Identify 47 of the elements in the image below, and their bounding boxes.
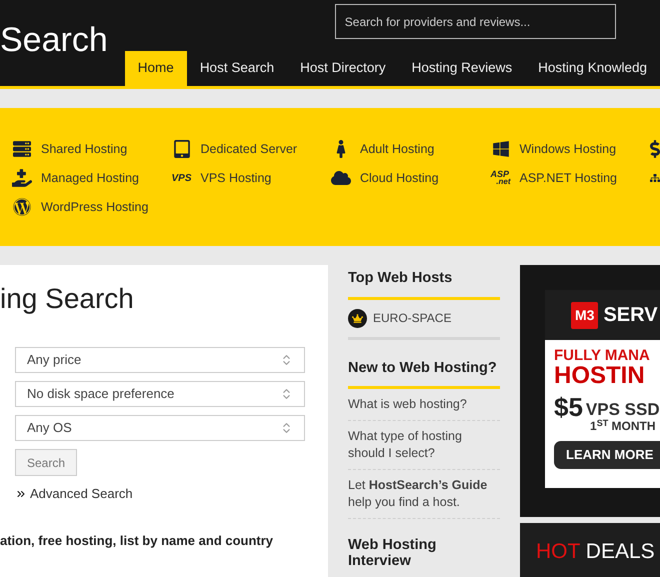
ad-price: $5: [554, 394, 583, 420]
hand-icon: [12, 169, 32, 187]
wordpress-icon: [12, 198, 32, 216]
guide-link[interactable]: What type of hosting should I select?: [348, 420, 500, 470]
crown-icon: [348, 308, 367, 328]
nav-tab[interactable]: Hosting Reviews: [398, 51, 526, 86]
brand-mark: M3: [571, 302, 598, 328]
category-link[interactable]: WordPress Hosting: [12, 197, 172, 217]
category-link[interactable]: Shared Hosting: [12, 139, 172, 159]
ad-headline: FULLY MANA: [554, 347, 651, 364]
advanced-search-link[interactable]: Advanced Search: [15, 484, 305, 504]
category-link[interactable]: Windows Hosting: [490, 139, 650, 159]
dollar-icon: [650, 140, 660, 158]
learn-more-button[interactable]: LEARN MORE: [554, 441, 660, 469]
site-logo[interactable]: Search: [0, 20, 125, 60]
nav-tab[interactable]: Hosting Knowledg: [525, 51, 660, 86]
select-field[interactable]: Any price: [15, 347, 305, 373]
nav-tab[interactable]: Home: [124, 51, 187, 86]
vps-icon: VPS: [172, 170, 192, 186]
ad-headline: HOSTIN: [554, 364, 646, 388]
cloud-icon: [331, 169, 351, 187]
select-field[interactable]: No disk space preference: [15, 381, 305, 407]
guide-link[interactable]: Let HostSearch’s Guide help you find a host.: [348, 470, 500, 518]
guide-link[interactable]: What is web hosting?: [348, 388, 500, 420]
category-link[interactable]: Managed Hosting: [12, 168, 172, 188]
sidebar-heading: Top Web Hosts: [348, 265, 500, 300]
ad-product: VPS SSD: [586, 400, 660, 420]
nav-tab[interactable]: Host Search: [186, 51, 288, 86]
aspnet-icon: ASP .net: [490, 170, 510, 186]
windows-icon: [490, 140, 510, 158]
server-stack-icon: [12, 140, 32, 158]
search-button[interactable]: Search: [15, 449, 77, 476]
nav-tab[interactable]: Host Directory: [287, 51, 399, 86]
sidebar-heading: New to Web Hosting?: [348, 358, 500, 388]
host-link[interactable]: EURO-SPACE: [348, 300, 500, 340]
search-field[interactable]: Search for providers and reviews...: [334, 4, 616, 39]
category-link[interactable]: Dedicated Server: [172, 139, 331, 159]
category-link[interactable]: VPS VPS Hosting: [172, 168, 331, 188]
hot-deals-title: HOT DEALS: [536, 540, 655, 563]
select-field[interactable]: Any OS: [15, 415, 305, 441]
brand-name: SERV: [603, 303, 658, 328]
ad-term: 1$^{ST}$ MONTH: [590, 420, 657, 433]
sidebar-heading: Web Hosting Interview: [348, 536, 438, 568]
category-link[interactable]: Cloud Hosting: [331, 168, 490, 188]
panel-title: ing Search: [0, 282, 135, 316]
category-link[interactable]: Adult Hosting: [331, 139, 490, 159]
browse-links-text: ation, free hosting, list by name and country: [0, 532, 274, 550]
